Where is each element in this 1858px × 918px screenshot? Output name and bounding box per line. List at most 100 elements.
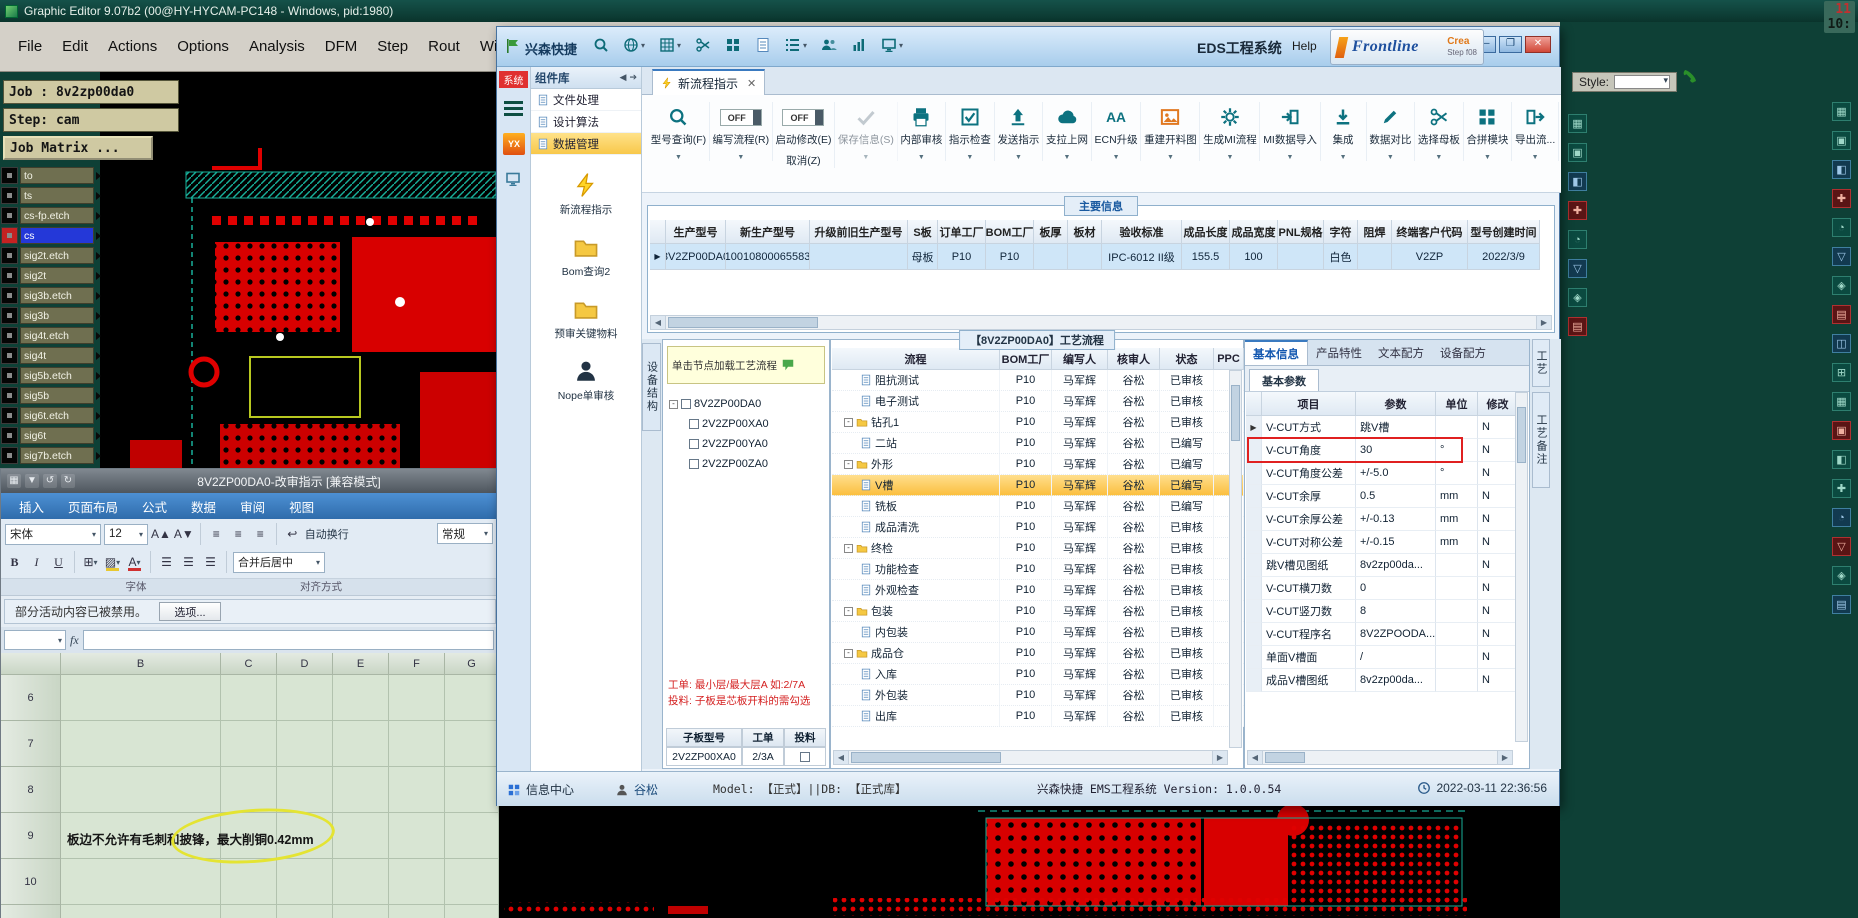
cell[interactable] bbox=[61, 721, 221, 767]
param-row[interactable]: 跳V槽见图纸 8v2zp00da... N bbox=[1246, 554, 1518, 577]
flow-row[interactable]: - 终检 P10 马军辉 谷松 已审核 bbox=[832, 538, 1244, 559]
component-library-header[interactable]: 组件库 ◀ ➔ bbox=[531, 67, 641, 89]
tool-icon[interactable]: ◔ bbox=[1832, 218, 1851, 237]
ribbon-tab-6[interactable]: 视图 bbox=[277, 493, 326, 519]
tree-expander-icon[interactable]: - bbox=[844, 417, 853, 427]
flow-row[interactable]: 外包装 P10 马军辉 谷松 已审核 bbox=[832, 685, 1244, 706]
tree-node[interactable]: 2V2ZP00YA0 bbox=[669, 434, 769, 454]
checkbox[interactable] bbox=[689, 419, 699, 429]
scroll-thumb[interactable] bbox=[1231, 385, 1240, 441]
font-size-select[interactable]: 12 ▾ bbox=[104, 523, 148, 545]
param-tab-4[interactable]: 设备配方 bbox=[1432, 340, 1494, 365]
tree-root[interactable]: - 8V2ZP00DA0 bbox=[669, 394, 769, 414]
decrease-font-button[interactable]: A▼ bbox=[174, 524, 194, 544]
layer-row[interactable]: cs-fp.etch bbox=[1, 206, 101, 225]
close-button[interactable]: ✕ bbox=[1525, 36, 1551, 53]
style-dropdown[interactable] bbox=[1614, 75, 1671, 89]
ribbon-item[interactable]: 选择母板 ▼ bbox=[1415, 102, 1464, 161]
tool-icon[interactable]: ◈ bbox=[1568, 288, 1587, 307]
align-left-icon[interactable]: ☰ bbox=[157, 552, 176, 572]
app-icon[interactable]: ▦ bbox=[7, 474, 21, 488]
layer-toggle[interactable] bbox=[1, 207, 18, 224]
nav-group[interactable]: 文件处理 bbox=[531, 89, 641, 111]
layer-toggle[interactable] bbox=[1, 307, 18, 324]
cell[interactable] bbox=[389, 859, 445, 905]
ribbon-item[interactable]: OFF 启动修改(E) 取消(Z) bbox=[773, 102, 836, 168]
tool-icon[interactable]: ▦ bbox=[1832, 102, 1851, 121]
tool-icon[interactable]: ▽ bbox=[1832, 247, 1851, 266]
flow-row[interactable]: 阻抗测试 P10 马军辉 谷松 已审核 bbox=[832, 370, 1244, 391]
spreadsheet[interactable]: BCDEFG 6 7 8 9 10 板边不允许有毛刺和披锋，最大削铜0.42mm bbox=[1, 653, 499, 918]
layer-toggle[interactable] bbox=[1, 407, 18, 424]
toolbar-chart-button[interactable] bbox=[851, 37, 867, 53]
tree-expander-icon[interactable]: - bbox=[844, 648, 853, 658]
align-middle-icon[interactable]: ≡ bbox=[229, 524, 248, 544]
toolbar-monitor-button[interactable]: ▾ bbox=[881, 37, 903, 53]
tool-icon[interactable]: ▣ bbox=[1568, 143, 1587, 162]
ribbon-tab-1[interactable]: 插入 bbox=[7, 493, 56, 519]
phone-icon[interactable] bbox=[1682, 68, 1698, 84]
layer-row[interactable]: sig7b.etch bbox=[1, 446, 101, 465]
layer-row[interactable]: sig3b.etch bbox=[1, 286, 101, 305]
menu-file[interactable]: File bbox=[8, 33, 52, 60]
layer-toggle[interactable] bbox=[1, 287, 18, 304]
tree-expander-icon[interactable]: - bbox=[669, 399, 678, 409]
tool-icon[interactable]: ◈ bbox=[1832, 566, 1851, 585]
cell[interactable] bbox=[389, 767, 445, 813]
layer-row[interactable]: sig5b.etch bbox=[1, 366, 101, 385]
layer-row[interactable]: cs bbox=[1, 226, 101, 245]
ribbon-item[interactable]: 重建开料图 ▼ bbox=[1141, 102, 1201, 161]
menu-actions[interactable]: Actions bbox=[98, 33, 167, 60]
cell[interactable] bbox=[277, 859, 333, 905]
current-user[interactable]: 谷松 bbox=[615, 781, 658, 798]
row-selector[interactable]: ▶ bbox=[650, 244, 666, 270]
increase-font-button[interactable]: A▲ bbox=[151, 524, 171, 544]
cell[interactable] bbox=[333, 675, 389, 721]
number-format-select[interactable]: 常规 ▾ bbox=[437, 523, 493, 544]
flow-row[interactable]: 入库 P10 马军辉 谷松 已审核 bbox=[832, 664, 1244, 685]
layer-toggle[interactable] bbox=[1, 247, 18, 264]
param-row[interactable]: V-CUT对称公差 +/-0.15 mm N bbox=[1246, 531, 1518, 554]
flow-row[interactable]: 成品清洗 P10 马军辉 谷松 已审核 bbox=[832, 517, 1244, 538]
maximize-button[interactable]: ❐ bbox=[1499, 36, 1522, 53]
tool-icon[interactable]: ◔ bbox=[1832, 508, 1851, 527]
horizontal-scrollbar[interactable]: ◀ ▶ bbox=[833, 750, 1228, 765]
name-box[interactable]: ▾ bbox=[4, 630, 66, 650]
layer-row[interactable]: sig5b bbox=[1, 386, 101, 405]
tool-icon[interactable]: ▦ bbox=[1568, 114, 1587, 133]
pcb-viewport-bottom[interactable] bbox=[498, 806, 1560, 918]
excel-titlebar[interactable]: ▦ ▼ ↺ ↻ 8V2ZP00DA0-改审指示 [兼容模式] bbox=[1, 469, 497, 493]
cell[interactable] bbox=[389, 675, 445, 721]
layer-toggle[interactable] bbox=[1, 327, 18, 344]
checkbox[interactable] bbox=[800, 751, 810, 762]
nav-tool[interactable]: Nope单审核 bbox=[531, 349, 641, 411]
tool-icon[interactable]: ✚ bbox=[1832, 479, 1851, 498]
scroll-thumb[interactable] bbox=[1265, 752, 1305, 763]
horizontal-scrollbar[interactable]: ◀ ▶ bbox=[650, 315, 1552, 330]
side-tab-1[interactable]: 工艺 bbox=[1532, 339, 1550, 387]
layer-toggle[interactable] bbox=[1, 267, 18, 284]
menu-rout[interactable]: Rout bbox=[418, 33, 470, 60]
horizontal-scrollbar[interactable]: ◀ ▶ bbox=[1247, 750, 1513, 765]
ribbon-item[interactable]: 导出流... ▼ bbox=[1512, 102, 1560, 161]
font-name-select[interactable]: 宋体 ▾ bbox=[5, 523, 101, 545]
cell[interactable] bbox=[61, 767, 221, 813]
ribbon-item[interactable]: 指示检查 ▼ bbox=[946, 102, 995, 161]
flow-row[interactable]: - 外形 P10 马军辉 谷松 已编写 bbox=[832, 454, 1244, 475]
toolbar-grid4-button[interactable] bbox=[725, 37, 741, 53]
layer-toggle[interactable] bbox=[1, 447, 18, 464]
flow-row[interactable]: - 成品仓 P10 马军辉 谷松 已审核 bbox=[832, 643, 1244, 664]
layer-row[interactable]: sig6t bbox=[1, 426, 101, 445]
flow-row[interactable]: V槽 P10 马军辉 谷松 已编写 bbox=[832, 475, 1244, 496]
cell[interactable] bbox=[389, 721, 445, 767]
toolbar-table3-button[interactable]: ▾ bbox=[659, 37, 681, 53]
pin-icon[interactable]: ➔ bbox=[629, 72, 637, 83]
flow-row[interactable]: 出库 P10 马军辉 谷松 已审核 bbox=[832, 706, 1244, 727]
nav-tool[interactable]: 新流程指示 bbox=[531, 163, 641, 225]
tool-icon[interactable]: ▣ bbox=[1832, 421, 1851, 440]
param-row[interactable]: V-CUT角度 30 ° N bbox=[1246, 439, 1518, 462]
cell[interactable] bbox=[333, 813, 389, 859]
side-tab-2[interactable]: 工艺备注 bbox=[1532, 392, 1550, 488]
cell[interactable] bbox=[277, 675, 333, 721]
tool-icon[interactable]: ✚ bbox=[1832, 189, 1851, 208]
